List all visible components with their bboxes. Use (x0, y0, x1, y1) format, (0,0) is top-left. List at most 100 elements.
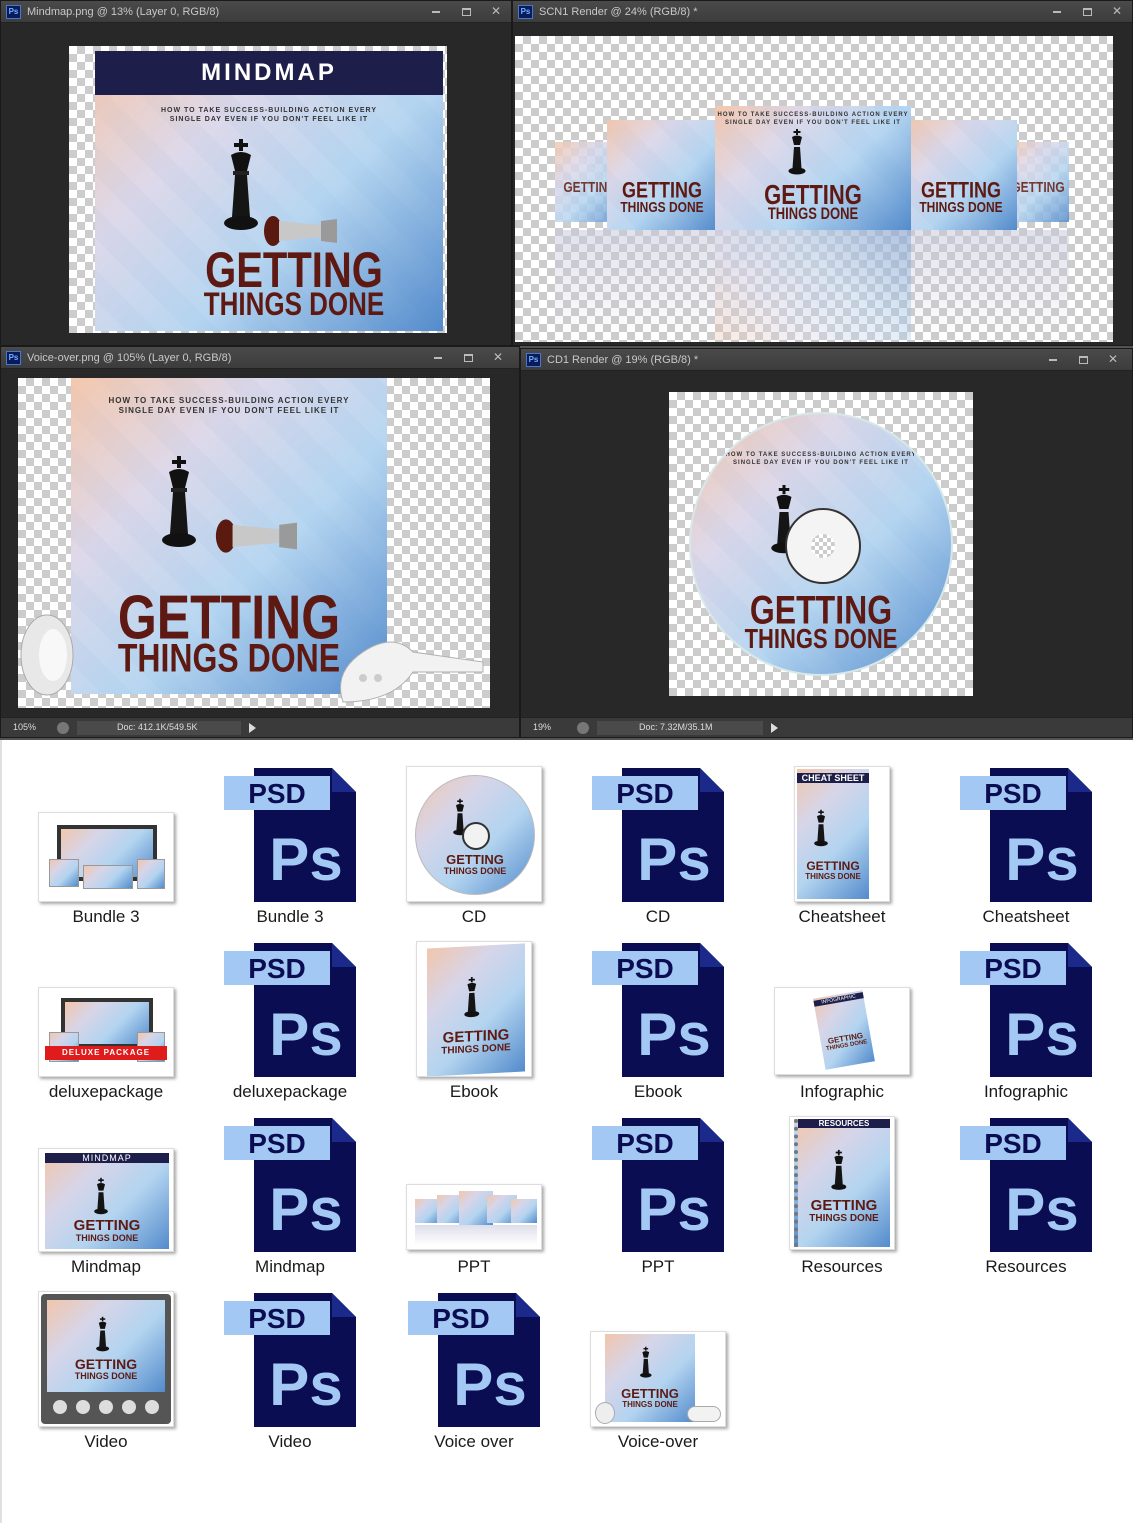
file-item[interactable]: GETTING THINGS DONE Video (14, 1285, 198, 1460)
deluxe-package-thumbnail[interactable]: DELUXE PACKAGE (38, 987, 174, 1077)
psd-file-icon[interactable]: PSD Ps (224, 1118, 356, 1252)
document-window-scn1-render[interactable]: Ps SCN1 Render @ 24% (RGB/8) * ✕ GETTING… (512, 0, 1133, 346)
file-item[interactable]: PSD Ps PPT (566, 1110, 750, 1285)
file-item[interactable]: PSD Ps Resources (934, 1110, 1118, 1285)
psd-badge-text: PSD (984, 1128, 1042, 1159)
cheatsheet-thumbnail[interactable]: CHEAT SHEET GETTING THINGS DONE (794, 766, 890, 902)
canvas-area[interactable]: HOW TO TAKE SUCCESS-BUILDING ACTION EVER… (523, 372, 1130, 716)
file-item[interactable]: DELUXE PACKAGE deluxepackage (14, 935, 198, 1110)
close-button[interactable]: ✕ (1102, 1, 1132, 23)
canvas-area[interactable]: MINDMAP HOW TO TAKE SUCCESS-BUILDING ACT… (5, 24, 509, 344)
file-item[interactable]: CHEAT SHEET GETTING THINGS DONE Cheatsheet (750, 760, 934, 935)
status-arrow-icon[interactable] (771, 723, 778, 733)
file-item[interactable]: INFOGRAPHIC GETTING THINGS DONE Infographic (750, 935, 934, 1110)
minimize-button[interactable] (421, 1, 451, 23)
file-name-label[interactable]: Bundle 3 (14, 907, 198, 927)
chess-king-icon (224, 139, 258, 230)
file-name-label[interactable]: deluxepackage (14, 1082, 198, 1102)
file-name-label[interactable]: Cheatsheet (750, 907, 934, 927)
voice-over-thumbnail[interactable]: GETTING THINGS DONE (590, 1331, 726, 1427)
close-button[interactable]: ✕ (1098, 349, 1128, 371)
file-item[interactable]: MINDMAP GETTING THINGS DONE Mindmap (14, 1110, 198, 1285)
psd-file-icon[interactable]: PSD Ps (224, 768, 356, 902)
thumb-banner: MINDMAP (45, 1153, 169, 1163)
close-button[interactable]: ✕ (481, 1, 511, 23)
file-name-label[interactable]: Mindmap (14, 1257, 198, 1277)
file-item[interactable]: GETTING THINGS DONE Voice-over (566, 1285, 750, 1460)
ebook-thumbnail[interactable]: GETTING THINGS DONE (416, 941, 532, 1077)
psd-file-icon[interactable]: PSD Ps (592, 1118, 724, 1252)
psd-file-icon[interactable]: PSD Ps (592, 768, 724, 902)
psd-file-icon[interactable]: PSD Ps (224, 1293, 356, 1427)
status-arrow-icon[interactable] (249, 723, 256, 733)
infographic-thumbnail[interactable]: INFOGRAPHIC GETTING THINGS DONE (774, 987, 910, 1075)
file-name-label[interactable]: Video (198, 1432, 382, 1452)
document-size: Doc: 7.32M/35.1M (639, 722, 713, 732)
file-item[interactable]: GETTING THINGS DONE Ebook (382, 935, 566, 1110)
maximize-button[interactable] (1072, 1, 1102, 23)
minimize-button[interactable] (423, 347, 453, 369)
file-item[interactable]: PSD Ps Video (198, 1285, 382, 1460)
canvas-area[interactable]: GETTING GETTING THINGS DONE GETTING GETT… (515, 24, 1132, 344)
close-button[interactable]: ✕ (483, 347, 513, 369)
canvas-area[interactable]: HOW TO TAKE SUCCESS-BUILDING ACTION EVER… (3, 370, 517, 716)
minimize-button[interactable] (1038, 349, 1068, 371)
file-name-label[interactable]: PPT (382, 1257, 566, 1277)
file-item[interactable]: PSD Ps Voice over (382, 1285, 566, 1460)
file-name-label[interactable]: Infographic (750, 1082, 934, 1102)
file-item[interactable]: GETTING THINGS DONE CD (382, 760, 566, 935)
status-menu-icon[interactable] (57, 722, 69, 734)
maximize-button[interactable] (453, 347, 483, 369)
file-item[interactable]: PSD Ps Ebook (566, 935, 750, 1110)
thumb-title: GETTING (810, 1197, 878, 1214)
file-item[interactable]: PSD Ps Infographic (934, 935, 1118, 1110)
psd-file-icon[interactable]: PSD Ps (408, 1293, 540, 1427)
zoom-level[interactable]: 19% (533, 718, 551, 737)
file-name-label[interactable]: Resources (934, 1257, 1118, 1277)
file-name-label[interactable]: Voice over (382, 1432, 566, 1452)
cd-thumbnail[interactable]: GETTING THINGS DONE (406, 766, 542, 902)
mindmap-thumbnail[interactable]: MINDMAP GETTING THINGS DONE (38, 1148, 174, 1252)
psd-file-icon[interactable]: PSD Ps (960, 943, 1092, 1077)
file-name-label[interactable]: Infographic (934, 1082, 1118, 1102)
file-name-label[interactable]: Resources (750, 1257, 934, 1277)
file-name-label[interactable]: Mindmap (198, 1257, 382, 1277)
window-titlebar[interactable]: Ps SCN1 Render @ 24% (RGB/8) * (513, 1, 1132, 23)
zoom-level[interactable]: 105% (13, 718, 36, 737)
file-name-label[interactable]: CD (382, 907, 566, 927)
maximize-button[interactable] (451, 1, 481, 23)
file-item[interactable]: PSD Ps deluxepackage (198, 935, 382, 1110)
psd-file-icon[interactable]: PSD Ps (960, 1118, 1092, 1252)
psd-file-icon[interactable]: PSD Ps (960, 768, 1092, 902)
file-item[interactable]: PPT (382, 1110, 566, 1285)
document-window-voice-over[interactable]: Ps Voice-over.png @ 105% (Layer 0, RGB/8… (0, 346, 520, 738)
bundle-thumbnail[interactable] (38, 812, 174, 902)
file-item[interactable]: RESOURCES GETTING THINGS DONE Resources (750, 1110, 934, 1285)
file-item[interactable]: PSD Ps Bundle 3 (198, 760, 382, 935)
file-name-label[interactable]: Ebook (566, 1082, 750, 1102)
file-name-label[interactable]: CD (566, 907, 750, 927)
video-thumbnail[interactable]: GETTING THINGS DONE (38, 1291, 174, 1427)
resources-thumbnail[interactable]: RESOURCES GETTING THINGS DONE (789, 1116, 895, 1250)
psd-file-icon[interactable]: PSD Ps (592, 943, 724, 1077)
file-item[interactable]: PSD Ps Mindmap (198, 1110, 382, 1285)
ppt-thumbnail[interactable] (406, 1184, 542, 1250)
minimize-button[interactable] (1042, 1, 1072, 23)
file-name-label[interactable]: Voice-over (566, 1432, 750, 1452)
status-menu-icon[interactable] (577, 722, 589, 734)
file-name-label[interactable]: Ebook (382, 1082, 566, 1102)
file-name-label[interactable]: Bundle 3 (198, 907, 382, 927)
psd-file-icon[interactable]: PSD Ps (224, 943, 356, 1077)
photoshop-workspace: Ps Mindmap.png @ 13% (Layer 0, RGB/8) ✕ … (0, 0, 1133, 740)
file-item[interactable]: PSD Ps Cheatsheet (934, 760, 1118, 935)
psd-file-icon: PSD Ps (224, 768, 356, 902)
file-item[interactable]: PSD Ps CD (566, 760, 750, 935)
document-window-cd1-render[interactable]: Ps CD1 Render @ 19% (RGB/8) * ✕ HOW TO T… (520, 348, 1133, 738)
file-name-label[interactable]: PPT (566, 1257, 750, 1277)
file-name-label[interactable]: deluxepackage (198, 1082, 382, 1102)
maximize-button[interactable] (1068, 349, 1098, 371)
document-window-mindmap[interactable]: Ps Mindmap.png @ 13% (Layer 0, RGB/8) ✕ … (0, 0, 512, 346)
file-name-label[interactable]: Cheatsheet (934, 907, 1118, 927)
file-name-label[interactable]: Video (14, 1432, 198, 1452)
file-item[interactable]: Bundle 3 (14, 760, 198, 935)
